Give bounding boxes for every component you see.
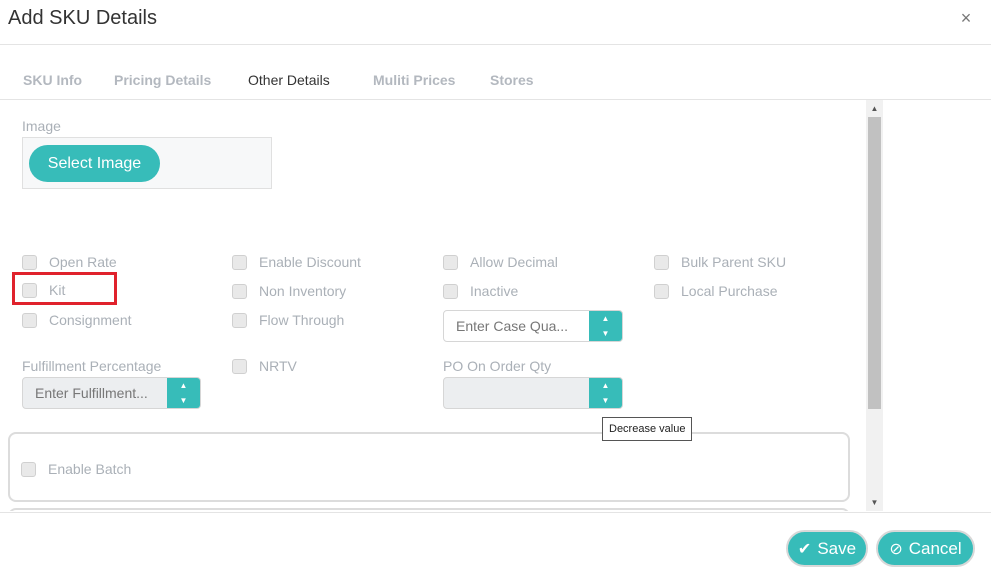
scroll-thumb[interactable]	[868, 117, 881, 409]
bulk-parent-sku-label: Bulk Parent SKU	[681, 254, 787, 270]
enable-batch-checkbox[interactable]	[21, 461, 36, 477]
open-rate-label: Open Rate	[49, 254, 117, 270]
tab-pricing-details[interactable]: Pricing Details	[114, 72, 211, 88]
non-inventory-checkbox[interactable]	[232, 283, 247, 299]
content-scrollbar[interactable]: ▲ ▼	[866, 100, 883, 511]
po-on-order-qty-input[interactable]	[444, 378, 590, 408]
inactive-option: Inactive	[443, 281, 518, 301]
nrtv-option: NRTV	[232, 356, 297, 376]
other-details-panel: Image Select Image Open Rate Enable Disc…	[0, 100, 866, 511]
cancel-button-label: Cancel	[908, 538, 962, 558]
tab-bar: SKU Info Pricing Details Other Details M…	[0, 62, 991, 100]
enable-batch-label: Enable Batch	[48, 461, 132, 477]
increase-value-icon[interactable]: ▲	[589, 378, 622, 393]
local-purchase-checkbox[interactable]	[654, 283, 669, 299]
flow-through-checkbox[interactable]	[232, 312, 247, 328]
po-on-order-qty-label: PO On Order Qty	[443, 358, 552, 374]
tab-sku-info[interactable]: SKU Info	[23, 72, 82, 88]
decrease-value-icon[interactable]: ▼	[167, 393, 200, 408]
increase-value-icon[interactable]: ▲	[167, 378, 200, 393]
decrease-value-tooltip: Decrease value	[602, 417, 693, 441]
inactive-checkbox[interactable]	[443, 283, 458, 299]
save-button-label: Save	[817, 538, 857, 558]
po-on-order-spin-buttons: ▲ ▼	[589, 378, 622, 408]
next-section	[8, 508, 850, 511]
nrtv-label: NRTV	[259, 358, 297, 374]
image-upload-area: Select Image	[22, 137, 272, 189]
batch-section: Enable Batch	[8, 432, 850, 502]
cancel-button[interactable]: ⊘ Cancel	[876, 530, 975, 567]
tab-other-details[interactable]: Other Details	[248, 72, 330, 88]
enable-discount-label: Enable Discount	[259, 254, 361, 270]
nrtv-checkbox[interactable]	[232, 358, 247, 374]
fulfillment-percentage-input[interactable]	[23, 378, 168, 408]
modal-title: Add SKU Details	[8, 7, 157, 29]
close-icon[interactable]: ×	[957, 8, 975, 28]
allow-decimal-label: Allow Decimal	[470, 254, 558, 270]
po-on-order-qty-stepper: ▲ ▼	[443, 377, 623, 409]
fulfillment-spin-buttons: ▲ ▼	[167, 378, 200, 408]
allow-decimal-option: Allow Decimal	[443, 252, 558, 272]
enable-batch-option: Enable Batch	[21, 459, 131, 479]
kit-highlight-box	[12, 272, 117, 305]
open-rate-option: Open Rate	[22, 252, 117, 272]
modal-header: Add SKU Details ×	[0, 0, 991, 45]
non-inventory-option: Non Inventory	[232, 281, 346, 301]
case-quantity-input[interactable]	[444, 311, 590, 341]
ban-icon: ⊘	[889, 540, 903, 558]
consignment-label: Consignment	[49, 312, 132, 328]
case-quantity-stepper: ▲ ▼	[443, 310, 623, 342]
consignment-option: Consignment	[22, 310, 132, 330]
inactive-label: Inactive	[470, 283, 519, 299]
save-button[interactable]: ✔ Save	[786, 530, 868, 567]
select-image-button[interactable]: Select Image	[29, 145, 160, 182]
decrease-value-icon[interactable]: ▼	[589, 393, 622, 408]
case-quantity-spin-buttons: ▲ ▼	[589, 311, 622, 341]
local-purchase-label: Local Purchase	[681, 283, 778, 299]
check-icon: ✔	[797, 540, 812, 558]
fulfillment-percentage-label: Fulfillment Percentage	[22, 358, 162, 374]
fulfillment-percentage-stepper: ▲ ▼	[22, 377, 201, 409]
decrease-value-icon[interactable]: ▼	[589, 326, 622, 341]
enable-discount-checkbox[interactable]	[232, 254, 247, 270]
image-label: Image	[22, 118, 61, 134]
increase-value-icon[interactable]: ▲	[589, 311, 622, 326]
open-rate-checkbox[interactable]	[22, 254, 37, 270]
bulk-parent-sku-checkbox[interactable]	[654, 254, 669, 270]
modal-footer: ✔ Save ⊘ Cancel	[0, 512, 991, 582]
enable-discount-option: Enable Discount	[232, 252, 361, 272]
flow-through-label: Flow Through	[259, 312, 345, 328]
allow-decimal-checkbox[interactable]	[443, 254, 458, 270]
scroll-down-icon[interactable]: ▼	[866, 494, 883, 511]
non-inventory-label: Non Inventory	[259, 283, 347, 299]
scroll-up-icon[interactable]: ▲	[866, 100, 883, 117]
tab-stores[interactable]: Stores	[490, 72, 534, 88]
bulk-parent-sku-option: Bulk Parent SKU	[654, 252, 786, 272]
consignment-checkbox[interactable]	[22, 312, 37, 328]
flow-through-option: Flow Through	[232, 310, 344, 330]
tab-multi-prices[interactable]: Muliti Prices	[373, 72, 455, 88]
local-purchase-option: Local Purchase	[654, 281, 778, 301]
